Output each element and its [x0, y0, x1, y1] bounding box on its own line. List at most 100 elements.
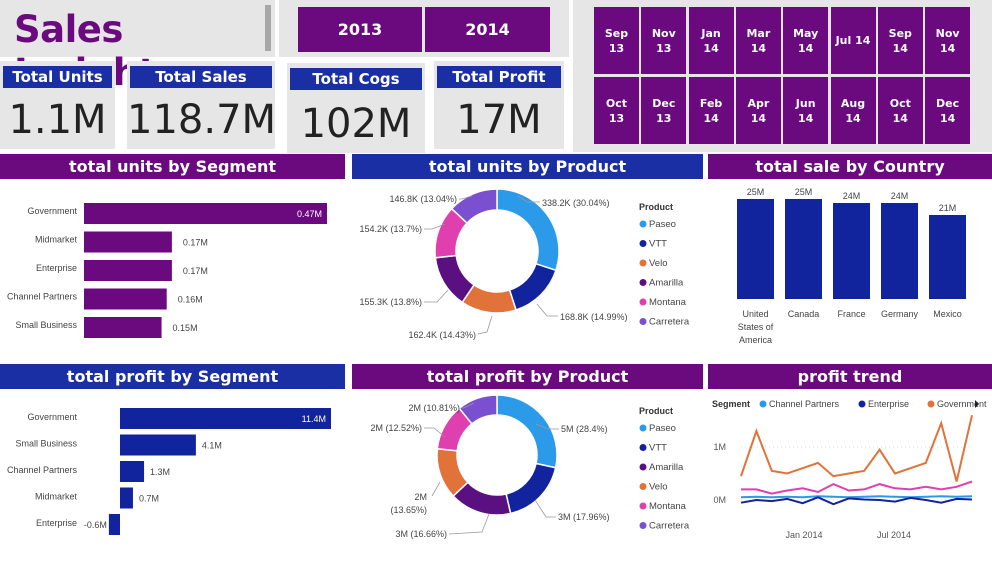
- category-label: Small Business: [15, 320, 77, 330]
- month-button[interactable]: Jul 14: [830, 7, 876, 74]
- bar: [929, 215, 966, 299]
- data-label: 0.17M: [183, 266, 208, 276]
- month-button[interactable]: Feb 14: [688, 77, 734, 144]
- series-line: [740, 414, 973, 482]
- kpi-label: Total Cogs: [290, 68, 422, 90]
- title-accent-bar: [265, 5, 271, 51]
- x-tick-label: Jan 2014: [785, 530, 822, 540]
- kpi-label: Total Sales: [130, 66, 272, 88]
- kpi-value: 17M: [456, 97, 542, 143]
- kpi-total-sales: Total Sales 118.7M: [127, 61, 277, 149]
- data-label: 2M (10.81%): [408, 403, 460, 413]
- month-button[interactable]: Jun 14: [783, 77, 829, 144]
- bar: [881, 203, 918, 299]
- legend-label: Carretera: [649, 521, 690, 532]
- legend-swatch: [759, 400, 767, 408]
- data-label: (13.65%): [390, 505, 427, 515]
- category-label: Midmarket: [35, 492, 78, 502]
- data-label: 2M: [414, 492, 427, 502]
- bar: [84, 203, 327, 224]
- data-label: 155.3K (13.8%): [359, 297, 422, 307]
- kpi-total-profit: Total Profit 17M: [434, 61, 564, 149]
- bar: [120, 408, 331, 429]
- legend-title: Product: [639, 202, 673, 212]
- month-button[interactable]: Oct 14: [877, 77, 923, 144]
- legend-swatch: [639, 240, 647, 247]
- legend-swatch: [639, 259, 647, 267]
- legend-label: VTT: [649, 443, 667, 454]
- data-label: 0.15M: [173, 323, 198, 333]
- legend-swatch: [639, 298, 647, 306]
- month-slicer: Sep 13 Nov 13 Jan 14 Mar 14 May 14 Jul 14 Sep …: [573, 0, 992, 152]
- year-button-2013[interactable]: 2013: [298, 7, 422, 52]
- donut-slice: [508, 262, 557, 311]
- kpi-value: 102M: [300, 101, 412, 147]
- header-profit-product: total profit by Product: [352, 364, 703, 389]
- category-label: Mexico: [933, 309, 962, 319]
- legend-title: Product: [639, 406, 673, 416]
- legend-swatch: [639, 502, 647, 510]
- month-button[interactable]: Mar 14: [735, 7, 781, 74]
- category-label: Channel Partners: [7, 465, 78, 475]
- bar: [737, 199, 774, 299]
- month-button[interactable]: Sep 13: [594, 7, 639, 74]
- month-button[interactable]: Sep 14: [877, 7, 923, 74]
- kpi-value: 1.1M: [8, 97, 107, 143]
- data-label: 146.8K (13.04%): [389, 194, 457, 204]
- category-label: Small Business: [15, 439, 77, 449]
- legend-swatch: [639, 279, 647, 286]
- leader-line: [534, 499, 556, 518]
- year-slicer: 2013 2014: [279, 0, 569, 57]
- legend-label: Paseo: [649, 423, 676, 434]
- kpi-value: 118.7M: [127, 97, 277, 143]
- header-sale-country: total sale by Country: [708, 154, 992, 179]
- category-label: Government: [27, 412, 77, 422]
- data-label: 162.4K (14.43%): [408, 330, 476, 340]
- leader-line: [448, 513, 490, 535]
- series-line: [740, 496, 973, 506]
- data-label: 24M: [891, 191, 909, 201]
- legend-label: VTT: [649, 239, 667, 250]
- data-label: 5M (28.4%): [561, 424, 608, 434]
- chart-profit-trend: Segment Channel Partners Enterprise Governm…: [712, 399, 987, 540]
- bar: [108, 514, 120, 535]
- month-button[interactable]: Jan 14: [688, 7, 734, 74]
- chart-units-by-segment: Government 0.47M Midmarket 0.17M Enterprise 0…: [7, 203, 327, 338]
- chart-profit-by-product: 5M (28.4%) 3M (17.96%) 3M (16.66%) 2M (13.65…: [370, 394, 690, 539]
- leader-line: [477, 315, 493, 335]
- month-button[interactable]: Oct 13: [594, 77, 639, 144]
- month-button[interactable]: Aug 14: [830, 77, 876, 144]
- kpi-total-units: Total Units 1.1M: [0, 61, 115, 149]
- data-label: 25M: [795, 187, 813, 197]
- month-button[interactable]: Apr 14: [735, 77, 781, 144]
- legend-swatch: [639, 318, 647, 325]
- month-button[interactable]: Dec 13: [641, 77, 687, 144]
- data-label: 154.2K (13.7%): [359, 224, 422, 234]
- month-button[interactable]: Nov 14: [925, 7, 971, 74]
- legend-swatch: [639, 522, 647, 529]
- year-button-2014[interactable]: 2014: [425, 7, 550, 52]
- category-label: Enterprise: [36, 263, 77, 273]
- donut-slice: [505, 462, 557, 515]
- legend-label: Amarilla: [649, 462, 684, 473]
- legend-label: Velo: [649, 258, 668, 269]
- legend-swatch: [639, 483, 647, 490]
- month-button[interactable]: May 14: [783, 7, 829, 74]
- kpi-label: Total Units: [3, 66, 112, 88]
- kpi-total-cogs: Total Cogs 102M: [287, 63, 425, 153]
- month-button[interactable]: Dec 14: [925, 77, 971, 144]
- category-label: Midmarket: [35, 235, 78, 245]
- legend-label: Paseo: [649, 219, 676, 230]
- x-tick-label: Jul 2014: [877, 530, 911, 540]
- bar: [120, 461, 145, 482]
- data-label: 338.2K (30.04%): [542, 198, 610, 208]
- bar: [84, 317, 162, 338]
- header-units-product: total units by Product: [352, 154, 703, 179]
- data-label: 1.3M: [150, 467, 170, 477]
- series-line: [740, 495, 973, 499]
- chart-units-by-product: 338.2K (30.04%) 168.8K (14.99%) 162.4K (14…: [359, 188, 690, 340]
- bar: [84, 260, 172, 281]
- category-label: Enterprise: [36, 518, 77, 528]
- month-button[interactable]: Nov 13: [641, 7, 687, 74]
- legend-label: Amarilla: [649, 278, 684, 289]
